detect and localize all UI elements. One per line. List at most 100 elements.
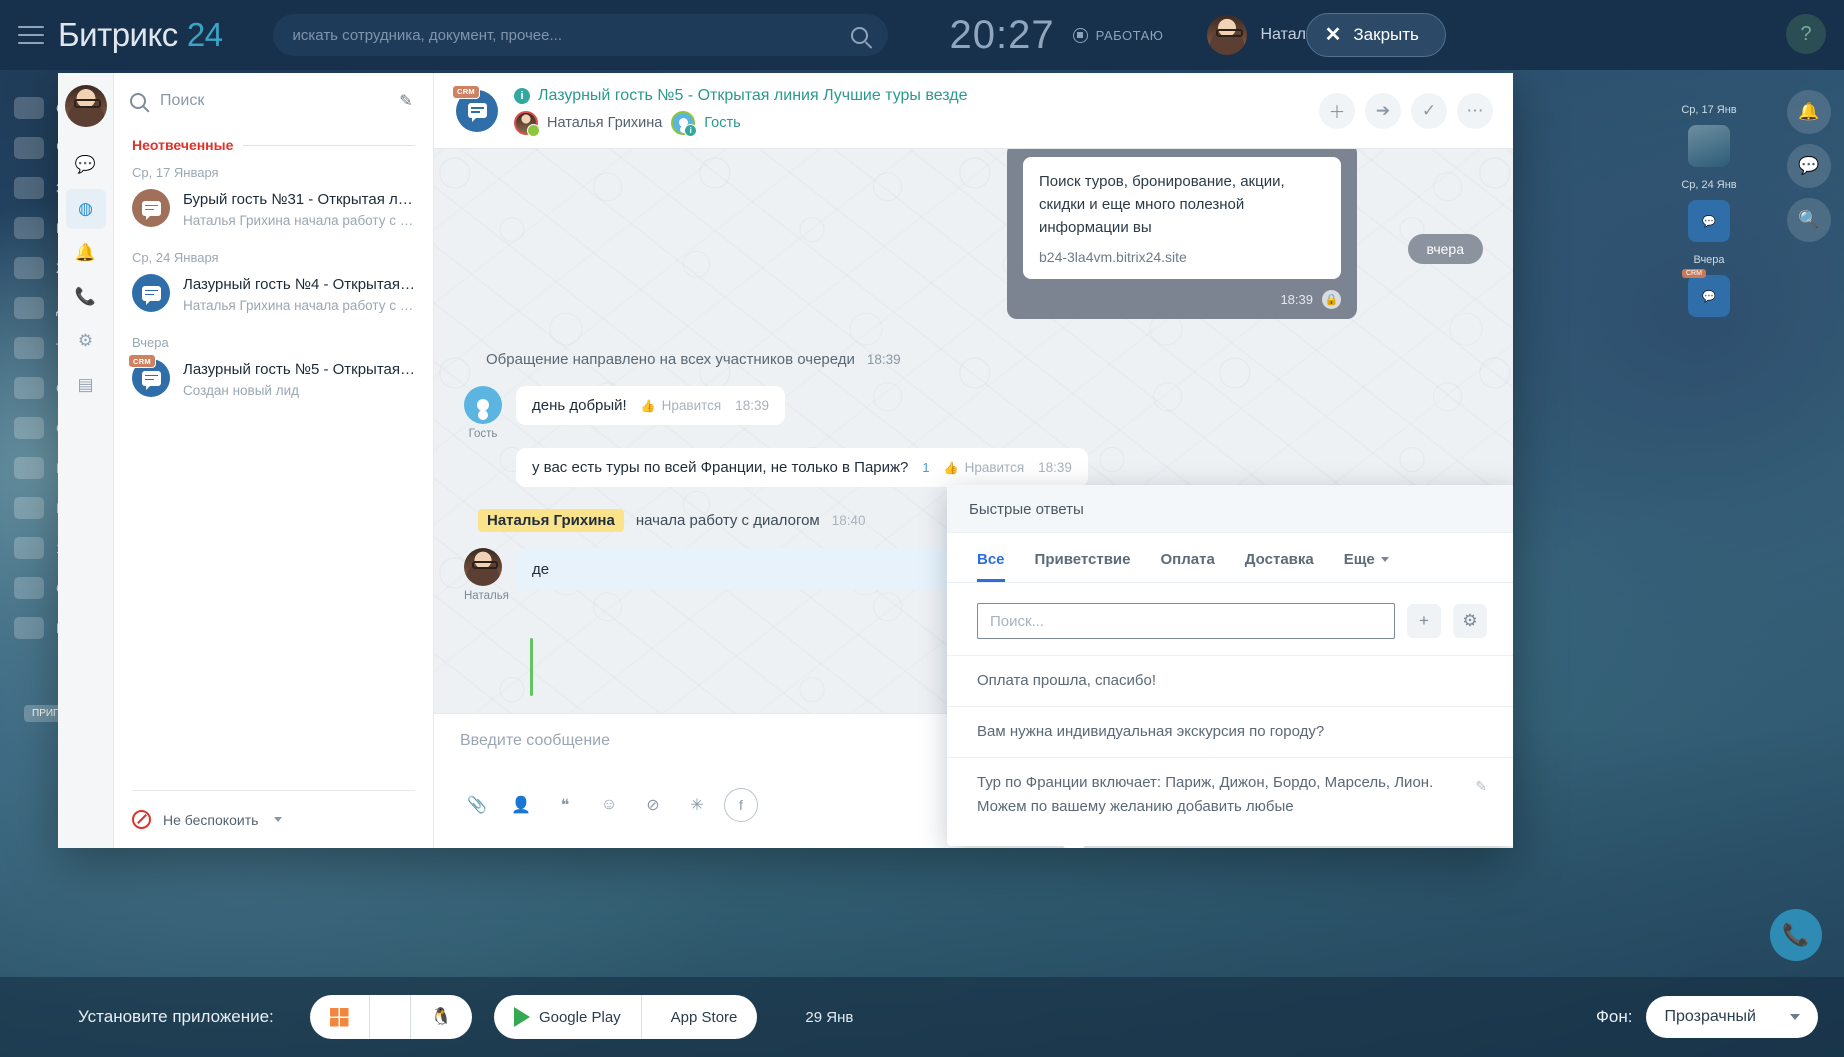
notifications-icon[interactable]: 🔔 — [66, 233, 106, 273]
google-play-button[interactable]: Google Play — [494, 995, 641, 1039]
install-app-bar: Установите приложение: 🐧 Google Play App… — [0, 977, 1844, 1057]
work-status-label: РАБОТАЮ — [1096, 28, 1164, 43]
quick-replies-search-row: + ⚙ — [947, 583, 1513, 655]
chat-header: CRM i Лазурный гость №5 - Открытая линия… — [434, 73, 1513, 149]
quick-reply-text: Вам нужна индивидуальная экскурсия по го… — [977, 720, 1487, 744]
tab-all[interactable]: Все — [977, 551, 1005, 582]
list-item[interactable]: CRM Лазурный гость №5 - Открытая ли... С… — [114, 354, 433, 410]
desktop-store-group: 🐧 — [310, 995, 472, 1039]
chats-icon[interactable]: 💬 — [66, 145, 106, 185]
message-bubble-icon — [468, 103, 487, 118]
google-play-icon — [514, 1007, 530, 1027]
conversation-search[interactable]: ✎ — [114, 73, 433, 129]
operator-caption: Наталья — [464, 590, 502, 602]
promo-card-url[interactable]: b24-3la4vm.bitrix24.site — [1039, 249, 1325, 265]
conversation-search-input[interactable] — [160, 92, 381, 110]
guest-avatar[interactable] — [464, 386, 502, 424]
chat-icon[interactable]: 💬 — [1787, 144, 1831, 188]
conversation-title: Лазурный гость №5 - Открытая ли... — [183, 359, 417, 381]
avatar[interactable] — [1207, 15, 1247, 55]
message-bubble[interactable]: день добрый! 👍 Нравится 18:39 — [516, 386, 785, 425]
date-separator: Ср, 24 Января — [114, 240, 433, 269]
message-text-start: де — [532, 561, 549, 578]
open-lines-icon[interactable]: ◍ — [66, 189, 106, 229]
call-fab-button[interactable]: 📞 — [1770, 909, 1822, 961]
mention-icon[interactable]: 👤 — [504, 788, 538, 822]
outgoing-card-row: Поиск туров, бронирование, акции, скидки… — [464, 157, 1483, 333]
attach-icon[interactable]: 📎 — [460, 788, 494, 822]
hidden-message-icon[interactable]: ⊘ — [636, 788, 670, 822]
emoji-icon[interactable]: ☺ — [592, 788, 626, 822]
background-value: Прозрачный — [1664, 1008, 1756, 1026]
unanswered-section-header: Неотвеченные — [114, 129, 433, 155]
list-item[interactable]: Бурый гость №31 - Открытая лини... Натал… — [114, 184, 433, 240]
message-bubble[interactable]: у вас есть туры по всей Франции, не толь… — [516, 448, 1088, 487]
quick-reply-text: Оплата прошла, спасибо! — [977, 669, 1487, 693]
close-label: Закрыть — [1353, 25, 1418, 45]
linux-icon: 🐧 — [431, 1007, 452, 1027]
global-search-input[interactable] — [293, 27, 851, 44]
template-icon[interactable]: ✳ — [680, 788, 714, 822]
forward-icon[interactable]: ➔ — [1365, 93, 1401, 129]
chevron-down-icon — [1790, 1014, 1800, 1020]
unanswered-label: Неотвеченные — [132, 137, 233, 153]
help-button[interactable]: ? — [1786, 14, 1826, 54]
apps-icon[interactable]: ▤ — [66, 365, 106, 405]
strip-avatar[interactable]: 💬 — [1688, 200, 1730, 242]
list-item[interactable]: Лазурный гость №4 - Открытая ли... Натал… — [114, 269, 433, 325]
conversation-title: Бурый гость №31 - Открытая лини... — [183, 189, 417, 211]
close-icon: ✕ — [1325, 25, 1342, 45]
strip-avatar[interactable] — [1688, 125, 1730, 167]
chat-pane: CRM i Лазурный гость №5 - Открытая линия… — [434, 73, 1513, 848]
list-item[interactable]: Тур по Франции включает: Париж, Дижон, Б… — [947, 757, 1513, 832]
bell-icon[interactable]: 🔔 — [1787, 90, 1831, 134]
background-select[interactable]: Прозрачный — [1646, 996, 1818, 1038]
chat-title-row[interactable]: i Лазурный гость №5 - Открытая линия Луч… — [514, 87, 1303, 105]
guest-caption: Гость — [464, 428, 502, 440]
top-header: Битрикс 24 20:27 РАБОТАЮ Наталья Грихина… — [0, 0, 1844, 70]
promo-card: Поиск туров, бронирование, акции, скидки… — [1007, 149, 1357, 319]
current-user-avatar[interactable] — [65, 85, 107, 127]
quick-replies-icon[interactable]: f — [724, 788, 758, 822]
search-input[interactable] — [977, 603, 1395, 639]
promo-card-text: Поиск туров, бронирование, акции, скидки… — [1039, 170, 1325, 239]
edit-pencil-icon[interactable]: ✎ — [1475, 771, 1487, 798]
work-status[interactable]: РАБОТАЮ — [1073, 28, 1164, 43]
operator-name: Наталья Грихина — [547, 115, 662, 131]
add-quick-reply-button[interactable]: + — [1407, 604, 1441, 638]
compose-icon[interactable]: ✎ — [395, 90, 417, 112]
do-not-disturb-control[interactable]: Не беспокоить — [132, 790, 415, 848]
close-button[interactable]: ✕ Закрыть — [1306, 13, 1446, 57]
tab-payment[interactable]: Оплата — [1161, 551, 1215, 582]
dialog-start-text: начала работу с диалогом — [636, 512, 820, 529]
tab-delivery[interactable]: Доставка — [1245, 551, 1314, 582]
like-action[interactable]: 👍 Нравится — [944, 460, 1025, 475]
guest-name: Гость — [704, 115, 740, 131]
search-icon[interactable]: 🔍 — [1787, 198, 1831, 242]
like-action[interactable]: 👍 Нравится — [641, 398, 722, 413]
more-options-icon[interactable]: ⋯ — [1457, 93, 1493, 129]
mac-button[interactable] — [369, 995, 410, 1039]
list-item[interactable]: Оплата прошла, спасибо! — [947, 655, 1513, 706]
brand-logo[interactable]: Битрикс 24 — [58, 16, 223, 54]
linux-button[interactable]: 🐧 — [410, 995, 472, 1039]
operator-avatar[interactable] — [514, 111, 538, 135]
add-icon[interactable]: ＋ — [1319, 93, 1355, 129]
menu-burger-icon[interactable] — [18, 26, 44, 44]
quote-icon[interactable]: ❝ — [548, 788, 582, 822]
windows-button[interactable] — [310, 995, 369, 1039]
guest-avatar[interactable]: i — [671, 111, 695, 135]
operator-avatar[interactable] — [464, 548, 502, 586]
strip-avatar-crm[interactable]: CRM💬 — [1688, 275, 1730, 317]
right-chat-strip: Ср, 17 Янв Ср, 24 Янв 💬 Вчера CRM💬 — [1644, 70, 1774, 1057]
tab-greeting[interactable]: Приветствие — [1035, 551, 1131, 582]
app-store-button[interactable]: App Store — [641, 995, 758, 1039]
settings-icon[interactable]: ⚙ — [66, 321, 106, 361]
check-circle-icon[interactable]: ✓ — [1411, 93, 1447, 129]
tab-more[interactable]: Еще — [1344, 551, 1389, 582]
gear-icon[interactable]: ⚙ — [1453, 604, 1487, 638]
list-item[interactable]: Вам нужна индивидуальная экскурсия по го… — [947, 706, 1513, 757]
calls-icon[interactable]: 📞 — [66, 277, 106, 317]
system-message-time: 18:39 — [867, 352, 901, 367]
global-search[interactable] — [273, 14, 888, 56]
